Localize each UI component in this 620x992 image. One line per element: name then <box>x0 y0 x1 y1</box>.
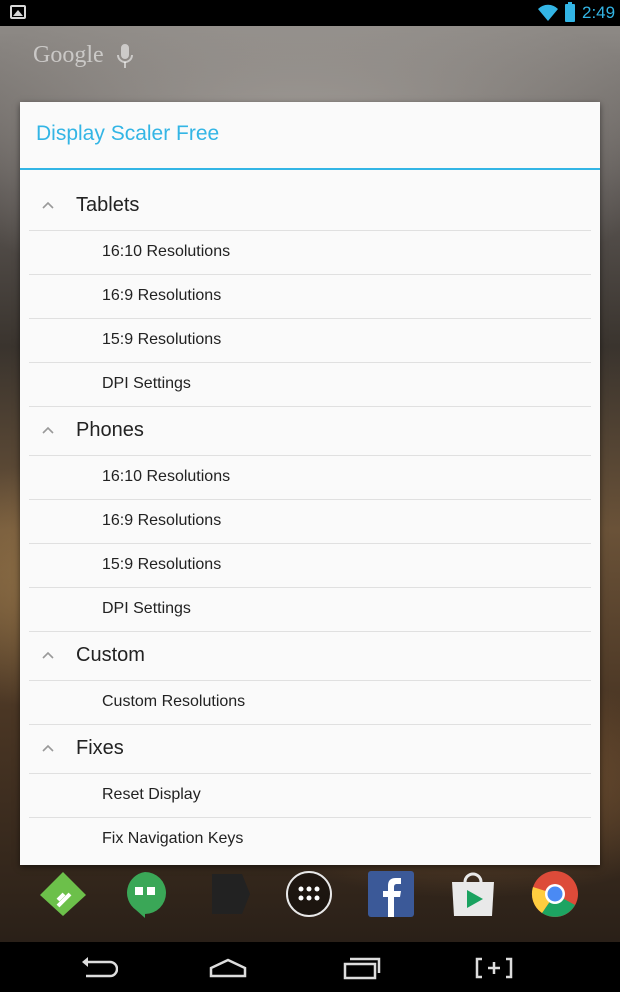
group-tablets[interactable]: Tablets <box>29 182 591 231</box>
list-item-label: 15:9 Resolutions <box>102 331 222 348</box>
list-item-phones-16-9[interactable]: 16:9 Resolutions <box>29 500 591 544</box>
list-item-phones-15-9[interactable]: 15:9 Resolutions <box>29 544 591 588</box>
app-icon[interactable] <box>202 870 252 918</box>
list-item-tablets-dpi[interactable]: DPI Settings <box>29 363 591 407</box>
chevron-up-icon <box>42 744 54 752</box>
battery-icon <box>565 2 575 22</box>
list-item-phones-dpi[interactable]: DPI Settings <box>29 588 591 632</box>
chevron-up-icon <box>42 201 54 209</box>
chevron-up-icon <box>42 651 54 659</box>
back-icon[interactable] <box>78 956 118 980</box>
google-search-label[interactable]: Google <box>33 42 104 69</box>
home-icon[interactable] <box>208 956 248 980</box>
list-item-label: 16:9 Resolutions <box>102 287 222 304</box>
expandable-list: Tablets 16:10 Resolutions 16:9 Resolutio… <box>29 182 591 861</box>
display-scaler-dialog: Display Scaler Free Tablets 16:10 Resolu… <box>20 102 600 865</box>
list-item-label: 16:10 Resolutions <box>102 243 231 260</box>
app-drawer-icon[interactable] <box>284 870 334 918</box>
list-item-fix-navigation-keys[interactable]: Fix Navigation Keys <box>29 818 591 861</box>
list-item-label: DPI Settings <box>102 600 191 617</box>
group-custom[interactable]: Custom <box>29 632 591 681</box>
group-fixes[interactable]: Fixes <box>29 725 591 774</box>
list-item-tablets-16-10[interactable]: 16:10 Resolutions <box>29 231 591 275</box>
list-item-phones-16-10[interactable]: 16:10 Resolutions <box>29 456 591 500</box>
chevron-up-icon <box>42 426 54 434</box>
mic-icon[interactable] <box>117 44 133 70</box>
list-item-label: 16:9 Resolutions <box>102 512 222 529</box>
list-item-label: DPI Settings <box>102 375 191 392</box>
feedly-icon[interactable] <box>38 870 88 918</box>
dialog-title: Display Scaler Free <box>36 122 220 145</box>
hangouts-icon[interactable] <box>120 870 170 918</box>
status-bar: 2:49 <box>0 0 620 26</box>
list-item-tablets-16-9[interactable]: 16:9 Resolutions <box>29 275 591 319</box>
group-label: Phones <box>76 419 144 441</box>
list-item-tablets-15-9[interactable]: 15:9 Resolutions <box>29 319 591 363</box>
facebook-icon[interactable] <box>366 870 416 918</box>
list-item-label: 15:9 Resolutions <box>102 556 222 573</box>
status-time: 2:49 <box>582 3 616 22</box>
chrome-icon[interactable] <box>530 870 580 918</box>
wifi-icon <box>538 4 558 21</box>
list-item-custom-resolutions[interactable]: Custom Resolutions <box>29 681 591 725</box>
navigation-bar <box>0 942 620 992</box>
group-label: Custom <box>76 644 145 666</box>
group-label: Tablets <box>76 194 140 216</box>
group-phones[interactable]: Phones <box>29 407 591 456</box>
title-divider <box>20 168 600 170</box>
group-label: Fixes <box>76 737 124 759</box>
screenshot-icon[interactable] <box>474 956 514 980</box>
recents-icon[interactable] <box>342 956 382 980</box>
list-item-reset-display[interactable]: Reset Display <box>29 774 591 818</box>
play-store-icon[interactable] <box>448 870 498 918</box>
list-item-label: Fix Navigation Keys <box>102 830 244 847</box>
list-item-label: Custom Resolutions <box>102 693 246 710</box>
list-item-label: 16:10 Resolutions <box>102 468 231 485</box>
list-item-label: Reset Display <box>102 786 201 803</box>
picture-notification-icon <box>10 5 26 19</box>
